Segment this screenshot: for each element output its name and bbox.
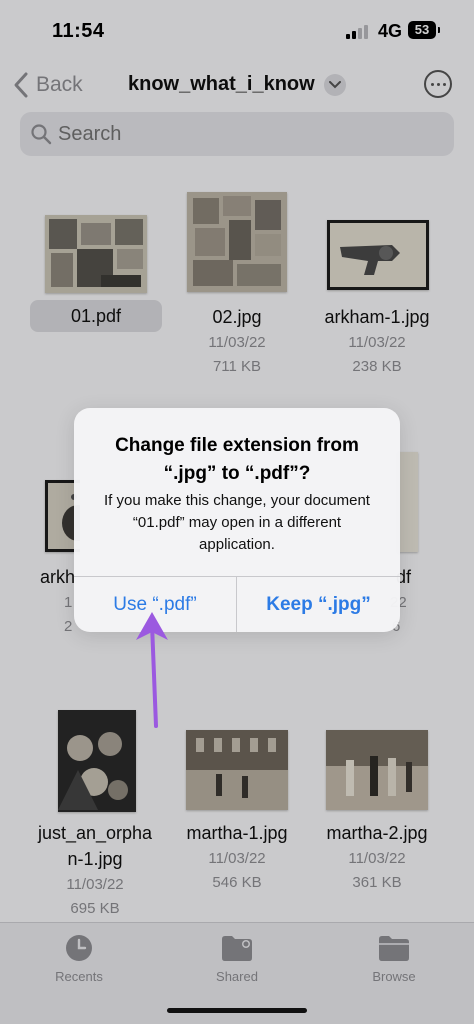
- change-extension-alert: Change file extension from “.jpg” to “.p…: [74, 408, 400, 632]
- home-indicator: [167, 1008, 307, 1013]
- files-app-screen: 11:54 4G 53 Back know_what_i_know Search…: [0, 0, 474, 1024]
- alert-message: If you make this change, your document “…: [104, 492, 370, 553]
- keep-jpg-button[interactable]: Keep “.jpg”: [237, 577, 400, 632]
- alert-title: Change file extension from “.jpg” to “.p…: [115, 435, 359, 484]
- annotation-arrow-icon: [136, 612, 168, 728]
